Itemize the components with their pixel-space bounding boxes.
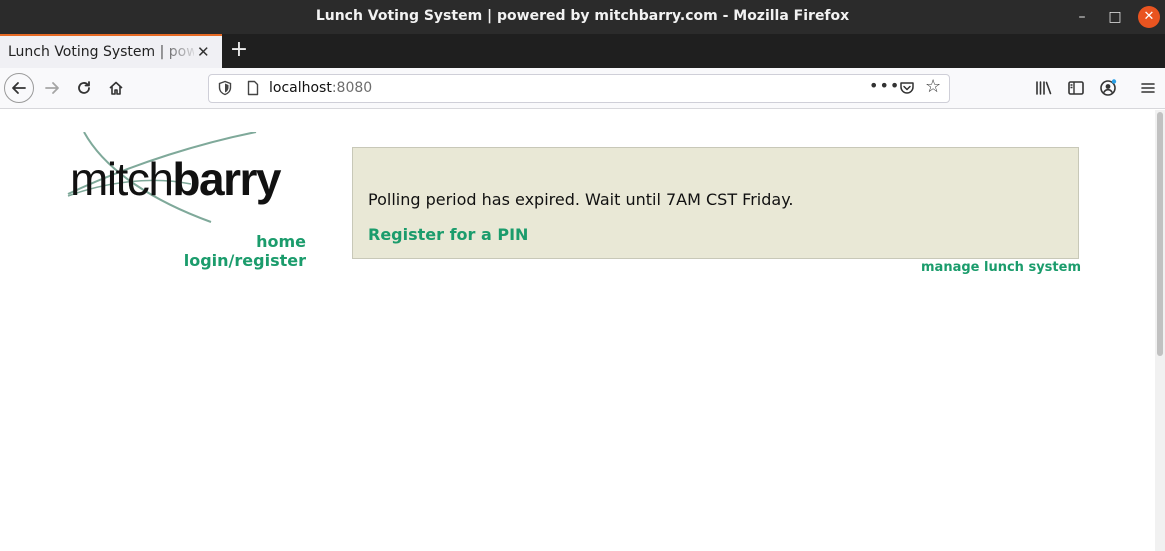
status-notice-panel: Polling period has expired. Wait until 7… xyxy=(352,147,1079,259)
back-button[interactable] xyxy=(4,73,34,103)
tab-strip: Lunch Voting System | powered by mitchba… xyxy=(0,34,1165,68)
home-button[interactable] xyxy=(102,74,130,102)
scrollbar-thumb[interactable] xyxy=(1157,112,1163,356)
logo-text-regular: mitch xyxy=(70,153,174,205)
tab-label-fade xyxy=(150,38,200,66)
url-text[interactable]: localhost:8080 xyxy=(269,80,372,96)
home-link[interactable]: home xyxy=(184,232,306,251)
reload-icon xyxy=(78,81,90,94)
minimize-button[interactable]: – xyxy=(1071,6,1093,28)
url-port: :8080 xyxy=(331,80,373,96)
window-titlebar: Lunch Voting System | powered by mitchba… xyxy=(0,0,1165,34)
manage-lunch-system-link[interactable]: manage lunch system xyxy=(921,260,1081,275)
side-navigation: home login/register xyxy=(184,232,306,270)
tracking-protection-shield-icon[interactable] xyxy=(217,80,233,96)
maximize-button[interactable]: □ xyxy=(1104,6,1126,28)
tab-close-icon[interactable]: ✕ xyxy=(197,43,210,61)
home-icon xyxy=(109,81,123,95)
navigation-toolbar: localhost:8080 ••• ☆ xyxy=(0,68,1165,109)
vertical-scrollbar[interactable] xyxy=(1155,110,1165,551)
back-arrow-icon xyxy=(12,82,26,94)
bookmark-star-icon[interactable]: ☆ xyxy=(925,76,941,97)
logo-wordmark: mitchbarry xyxy=(70,152,281,206)
logo-text-bold: barry xyxy=(172,153,281,205)
mitchbarry-logo[interactable]: mitchbarry xyxy=(66,132,306,224)
polling-expired-message: Polling period has expired. Wait until 7… xyxy=(368,190,794,209)
hamburger-menu-icon[interactable] xyxy=(1138,78,1158,98)
login-register-link[interactable]: login/register xyxy=(184,251,306,270)
reload-button[interactable] xyxy=(70,74,98,102)
forward-arrow-icon xyxy=(45,82,59,94)
page-actions-icon[interactable]: ••• xyxy=(869,76,900,95)
account-icon[interactable] xyxy=(1098,78,1118,98)
sidebar-toggle-icon[interactable] xyxy=(1066,78,1086,98)
page-content: mitchbarry home login/register Polling p… xyxy=(0,110,1155,551)
tab-lunch-voting[interactable]: Lunch Voting System | powered by mitchba… xyxy=(0,34,222,68)
forward-button[interactable] xyxy=(38,74,66,102)
address-bar[interactable]: localhost:8080 ••• ☆ xyxy=(208,74,950,103)
window-title: Lunch Voting System | powered by mitchba… xyxy=(315,8,850,24)
library-icon[interactable] xyxy=(1034,78,1054,98)
close-window-button[interactable]: ✕ xyxy=(1138,6,1160,28)
new-tab-button[interactable]: + xyxy=(228,37,250,63)
pocket-icon[interactable] xyxy=(899,80,915,96)
page-info-icon[interactable] xyxy=(245,80,261,96)
url-host: localhost xyxy=(269,80,332,96)
register-pin-link[interactable]: Register for a PIN xyxy=(368,225,528,244)
